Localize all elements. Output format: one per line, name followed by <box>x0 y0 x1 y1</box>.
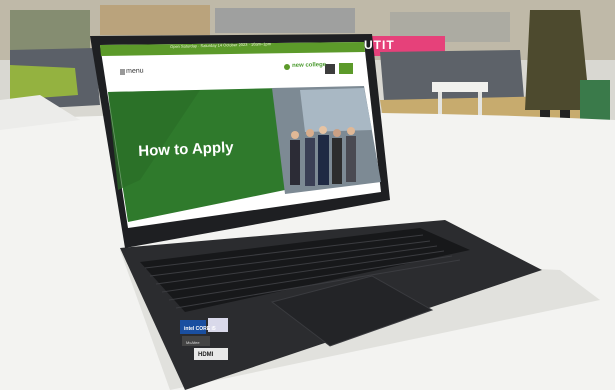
intel-sticker-text: intel CORE i5 <box>184 326 216 332</box>
mcafee-sticker-text: McAfee <box>186 340 200 345</box>
green-chair <box>10 65 78 100</box>
background-sign-text: UTIT <box>364 38 395 52</box>
menu-label[interactable]: menu <box>126 68 144 75</box>
photo-illustration <box>0 0 615 390</box>
site-logo-text[interactable]: new college <box>292 62 326 69</box>
nav-button-dark[interactable] <box>325 64 335 74</box>
hdmi-sticker-text: HDMI <box>198 352 214 358</box>
photo-scene: Open Saturday · Saturday 14 October 2023… <box>0 0 615 390</box>
nav-button-green[interactable] <box>339 63 353 74</box>
logo-icon <box>284 64 290 70</box>
side-table <box>432 82 488 92</box>
